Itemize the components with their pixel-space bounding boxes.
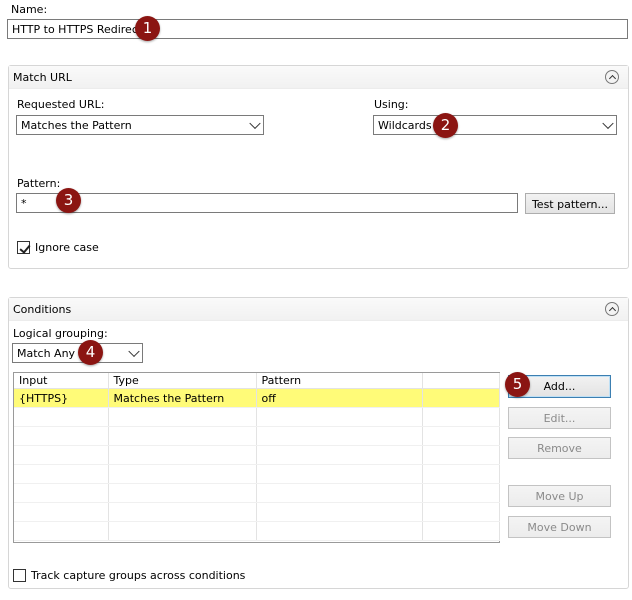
column-header-pattern[interactable]: Pattern xyxy=(256,373,423,389)
ignore-case-checkbox[interactable] xyxy=(17,241,31,254)
callout-badge: 4 xyxy=(78,340,103,365)
using-label: Using: xyxy=(374,98,409,111)
conditions-title: Conditions xyxy=(13,303,72,316)
cell-input: {HTTPS} xyxy=(14,388,109,408)
ignore-case-label: Ignore case xyxy=(35,241,99,254)
requested-url-value: Matches the Pattern xyxy=(21,119,132,132)
match-url-panel xyxy=(8,65,629,269)
checkmark-icon xyxy=(18,241,31,254)
empty-row xyxy=(14,464,500,484)
track-capture-label: Track capture groups across conditions xyxy=(31,569,246,582)
table-header: Input Type Pattern xyxy=(14,373,500,389)
cell-pattern: off xyxy=(256,388,423,408)
empty-row xyxy=(14,521,500,541)
empty-row xyxy=(14,426,500,446)
chevron-down-icon xyxy=(128,345,140,358)
table-row[interactable]: {HTTPS} Matches the Pattern off xyxy=(14,388,500,408)
column-header-input[interactable]: Input xyxy=(14,373,109,389)
chevron-down-icon xyxy=(602,117,614,130)
requested-url-label: Requested URL: xyxy=(17,98,105,111)
callout-badge: 1 xyxy=(135,16,160,41)
callout-badge: 5 xyxy=(505,372,530,397)
callout-badge: 3 xyxy=(56,188,81,213)
track-capture-checkbox[interactable] xyxy=(13,569,26,582)
name-label: Name: xyxy=(11,3,48,16)
match-url-header xyxy=(9,66,628,89)
column-header-blank xyxy=(422,373,500,389)
conditions-table: Input Type Pattern {HTTPS} Matches the P… xyxy=(14,373,500,541)
chevron-down-icon xyxy=(249,117,261,130)
cell-type: Matches the Pattern xyxy=(108,388,257,408)
empty-row xyxy=(14,483,500,503)
name-field[interactable]: HTTP to HTTPS Redirect xyxy=(7,19,628,39)
move-up-button[interactable]: Move Up xyxy=(508,485,611,507)
logical-grouping-label: Logical grouping: xyxy=(13,327,108,340)
collapse-icon[interactable] xyxy=(605,70,619,84)
match-url-title: Match URL xyxy=(13,71,72,84)
cell-blank xyxy=(422,388,500,408)
empty-row xyxy=(14,502,500,522)
test-pattern-button[interactable]: Test pattern... xyxy=(525,193,615,214)
column-header-type[interactable]: Type xyxy=(108,373,257,389)
using-value: Wildcards xyxy=(378,119,432,132)
logical-grouping-value: Match Any xyxy=(17,347,76,360)
using-select[interactable]: Wildcards xyxy=(373,115,617,135)
empty-row xyxy=(14,445,500,465)
pattern-field[interactable]: * xyxy=(16,193,518,213)
callout-badge: 2 xyxy=(433,113,458,138)
collapse-icon[interactable] xyxy=(605,302,619,316)
conditions-header xyxy=(9,298,628,321)
edit-button[interactable]: Edit... xyxy=(508,407,611,429)
move-down-button[interactable]: Move Down xyxy=(508,516,611,538)
requested-url-select[interactable]: Matches the Pattern xyxy=(16,115,264,135)
remove-button[interactable]: Remove xyxy=(508,437,611,459)
pattern-label: Pattern: xyxy=(17,177,61,190)
empty-row xyxy=(14,407,500,427)
